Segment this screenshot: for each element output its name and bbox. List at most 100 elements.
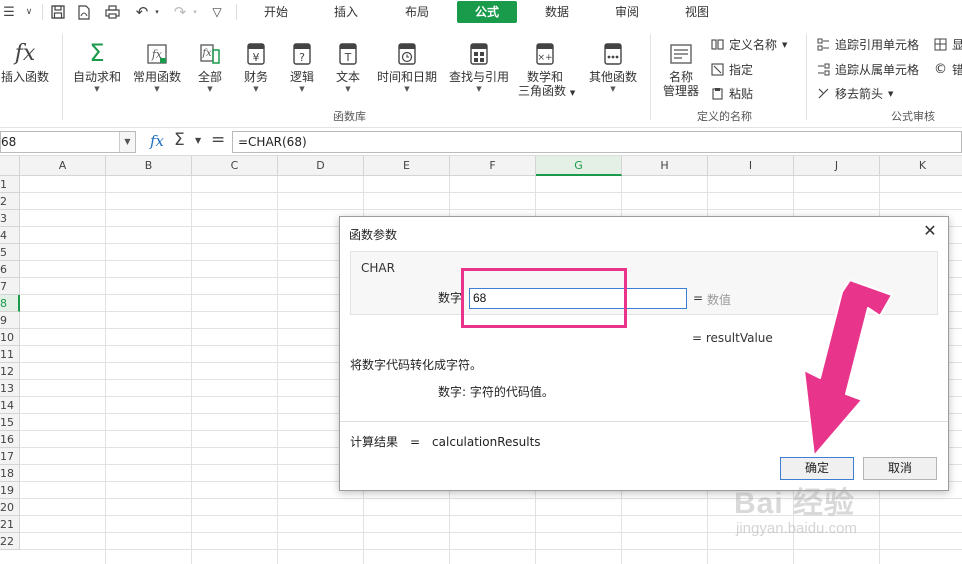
export-pdf-icon[interactable]: [74, 0, 94, 24]
tab-home[interactable]: 开始: [252, 0, 300, 24]
chevron-down-icon[interactable]: ∨: [20, 0, 38, 24]
column-header-d[interactable]: D: [278, 156, 364, 176]
name-box[interactable]: 68 ▼: [0, 131, 136, 153]
function-fx-icon[interactable]: fx: [150, 132, 164, 150]
name-manager-button[interactable]: 名称 管理器: [658, 38, 704, 98]
chevron-down-icon: ▼: [888, 89, 894, 98]
function-name: CHAR: [361, 261, 395, 275]
equals-icon[interactable]: =: [211, 130, 225, 150]
grid-row-line: [20, 515, 962, 516]
chevron-down-icon: ▼: [253, 85, 259, 93]
finance-functions-button[interactable]: ¥ 财务 ▼: [238, 38, 274, 94]
hamburger-menu-icon[interactable]: ☰: [0, 0, 18, 24]
remove-arrows-button[interactable]: 移去箭头 ▼: [817, 85, 893, 102]
define-name-button[interactable]: 定义名称 ▼: [711, 36, 787, 53]
other-functions-label: 其他函数: [588, 70, 637, 84]
function-result-value: = resultValue: [692, 331, 773, 345]
chevron-down-icon[interactable]: ▼: [119, 132, 135, 152]
chevron-down-icon[interactable]: ▼: [195, 136, 201, 145]
tab-review[interactable]: 审阅: [603, 0, 651, 24]
row-header-6[interactable]: 6: [0, 261, 20, 278]
common-functions-button[interactable]: fx 常用函数 ▼: [130, 38, 184, 94]
show-formulas-button[interactable]: 显: [934, 36, 962, 53]
row-header-10[interactable]: 10: [0, 329, 20, 346]
ribbon: fx 插入函数 Σ 自动求和 ▼ fx 常用函数 ▼ fx 全部 ▼ ¥ 财务 …: [0, 24, 962, 128]
row-header-7[interactable]: 7: [0, 278, 20, 295]
row-header-13[interactable]: 13: [0, 380, 20, 397]
row-header-20[interactable]: 20: [0, 499, 20, 516]
tab-formulas[interactable]: 公式: [457, 1, 517, 23]
autosum-label: 自动求和: [72, 70, 121, 84]
row-header-15[interactable]: 15: [0, 414, 20, 431]
column-header-row: ABCDEFGHIJK: [0, 156, 962, 176]
print-icon[interactable]: [102, 0, 122, 24]
svg-text:fx: fx: [201, 48, 212, 59]
row-header-11[interactable]: 11: [0, 346, 20, 363]
ribbon-divider: [650, 34, 651, 120]
row-header-5[interactable]: 5: [0, 244, 20, 261]
logic-functions-button[interactable]: ? 逻辑 ▼: [284, 38, 320, 94]
column-header-a[interactable]: A: [20, 156, 106, 176]
insert-function-button[interactable]: fx 插入函数: [0, 38, 50, 84]
row-header-2[interactable]: 2: [0, 193, 20, 210]
customize-toolbar-icon[interactable]: ▽: [208, 0, 226, 24]
paste-name-button[interactable]: 粘贴: [711, 85, 753, 102]
trace-dependents-button[interactable]: 追踪从属单元格: [817, 61, 919, 78]
column-header-k[interactable]: K: [880, 156, 962, 176]
row-header-3[interactable]: 3: [0, 210, 20, 227]
trace-dependents-label: 追踪从属单元格: [835, 63, 920, 77]
tab-data[interactable]: 数据: [533, 0, 581, 24]
ok-button[interactable]: 确定: [780, 457, 854, 480]
undo-dropdown-icon[interactable]: ▾: [152, 0, 162, 24]
error-check-button[interactable]: © 错: [934, 61, 962, 78]
autosum-button[interactable]: Σ 自动求和 ▼: [70, 38, 124, 94]
other-functions-button[interactable]: 其他函数 ▼: [584, 38, 642, 94]
column-header-j[interactable]: J: [794, 156, 880, 176]
chevron-down-icon: ▼: [476, 85, 482, 93]
row-header-8[interactable]: 8: [0, 295, 20, 312]
math-icon: ×+: [518, 38, 572, 66]
error-check-icon: ©: [934, 62, 947, 77]
column-header-c[interactable]: C: [192, 156, 278, 176]
datetime-functions-button[interactable]: 时间和日期 ▼: [374, 38, 440, 94]
row-header-22[interactable]: 22: [0, 533, 20, 550]
select-all-corner[interactable]: [0, 156, 20, 176]
undo-icon[interactable]: ↶: [132, 0, 152, 24]
sigma-icon[interactable]: Σ: [174, 130, 185, 150]
row-header-12[interactable]: 12: [0, 363, 20, 380]
math-functions-button[interactable]: ×+ 数学和 三角函数 ▼: [518, 38, 575, 100]
cancel-button[interactable]: 取消: [863, 457, 937, 480]
column-header-f[interactable]: F: [450, 156, 536, 176]
close-icon[interactable]: ✕: [920, 221, 940, 241]
redo-dropdown-icon[interactable]: ▾: [190, 0, 200, 24]
column-header-g[interactable]: G: [536, 156, 622, 176]
argument-label: 数字: [438, 291, 463, 305]
argument-description: 数字: 字符的代码值。: [438, 385, 554, 399]
column-header-e[interactable]: E: [364, 156, 450, 176]
tab-layout[interactable]: 布局: [393, 0, 441, 24]
save-icon[interactable]: [48, 0, 68, 24]
other-functions-icon: [584, 38, 642, 66]
finance-icon: ¥: [238, 38, 274, 66]
tab-insert[interactable]: 插入: [322, 0, 370, 24]
row-header-4[interactable]: 4: [0, 227, 20, 244]
column-header-b[interactable]: B: [106, 156, 192, 176]
row-header-17[interactable]: 17: [0, 448, 20, 465]
redo-icon[interactable]: ↷: [170, 0, 190, 24]
row-header-18[interactable]: 18: [0, 465, 20, 482]
text-functions-button[interactable]: T 文本 ▼: [330, 38, 366, 94]
row-header-14[interactable]: 14: [0, 397, 20, 414]
row-header-19[interactable]: 19: [0, 482, 20, 499]
tab-view[interactable]: 视图: [673, 0, 721, 24]
column-header-i[interactable]: I: [708, 156, 794, 176]
row-header-1[interactable]: 1: [0, 176, 20, 193]
row-header-16[interactable]: 16: [0, 431, 20, 448]
lookup-functions-button[interactable]: 查找与引用 ▼: [446, 38, 512, 94]
row-header-9[interactable]: 9: [0, 312, 20, 329]
row-header-21[interactable]: 21: [0, 516, 20, 533]
trace-precedents-button[interactable]: 追踪引用单元格: [817, 36, 919, 53]
assign-button[interactable]: 指定: [711, 61, 753, 78]
formula-input[interactable]: =CHAR(68): [232, 131, 962, 153]
column-header-h[interactable]: H: [622, 156, 708, 176]
all-functions-button[interactable]: fx 全部 ▼: [192, 38, 228, 94]
